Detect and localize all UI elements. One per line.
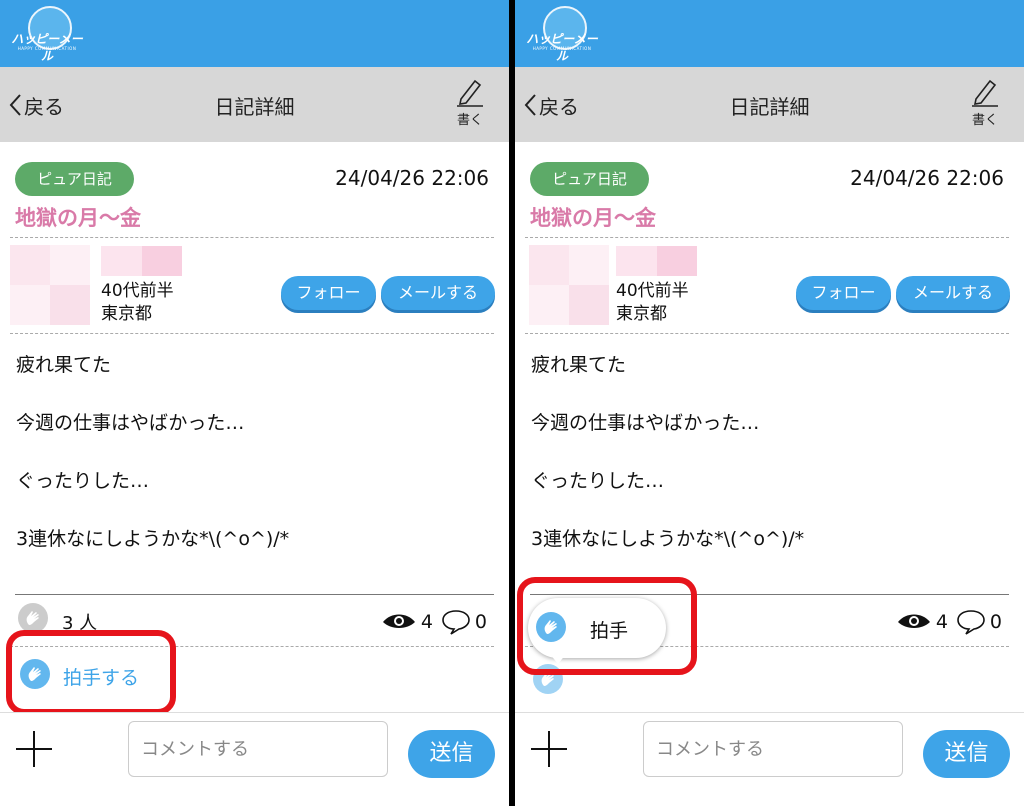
divider: [10, 333, 494, 334]
comment-count: 0: [474, 611, 487, 633]
pencil-icon: [972, 79, 998, 107]
write-label: 書く: [456, 113, 483, 128]
diary-body-line: 3連休なにしようかな*\(^o^)/*: [531, 528, 805, 550]
author-area: 東京都: [101, 304, 152, 324]
diary-body-line: 3連休なにしようかな*\(^o^)/*: [16, 528, 290, 550]
write-button[interactable]: 書く: [453, 77, 487, 133]
highlight-frame: [517, 577, 697, 675]
brand-header: ハッピーメール HAPPY COMMUNICATION: [515, 0, 1024, 67]
logo-subtext: HAPPY COMMUNICATION: [532, 46, 592, 51]
pencil-icon: [457, 79, 483, 107]
highlight-frame: [6, 630, 176, 715]
diary-body-line: 今週の仕事はやばかった…: [531, 412, 760, 434]
eye-icon: [897, 614, 930, 628]
comment-input[interactable]: [643, 721, 903, 777]
author-area: 東京都: [616, 304, 667, 324]
comment-bar: 送信: [515, 712, 1024, 806]
comment-bubble-icon: [442, 610, 470, 635]
screen-after: ハッピーメール HAPPY COMMUNICATION 戻る 日記詳細 書く ピ…: [515, 0, 1024, 806]
follow-button[interactable]: フォロー: [281, 276, 376, 310]
divider: [10, 237, 494, 238]
divider: [15, 594, 494, 595]
clap-hand-icon: [18, 603, 48, 633]
diary-stats: 4 0: [896, 609, 1010, 635]
eye-icon: [382, 614, 415, 628]
send-mail-button[interactable]: メールする: [896, 276, 1010, 310]
write-label: 書く: [971, 113, 998, 128]
send-mail-button[interactable]: メールする: [381, 276, 495, 310]
avatar[interactable]: [10, 245, 90, 325]
view-count: 4: [420, 611, 433, 633]
attach-plus-button[interactable]: [529, 729, 569, 769]
diary-body-line: ぐったりした…: [16, 470, 150, 492]
chevron-left-icon: [524, 94, 536, 116]
chevron-left-icon: [9, 94, 21, 116]
diary-body-line: 疲れ果てた: [531, 354, 627, 376]
follow-button[interactable]: フォロー: [796, 276, 891, 310]
send-button[interactable]: 送信: [923, 730, 1010, 778]
diary-stats: 4 0: [381, 609, 495, 635]
diary-title: 地獄の月～金: [15, 206, 141, 230]
comment-count: 0: [989, 611, 1002, 633]
divider: [525, 333, 1009, 334]
screen-before: ハッピーメール HAPPY COMMUNICATION 戻る 日記詳細 書く ピ…: [0, 0, 509, 806]
comment-input[interactable]: [128, 721, 388, 777]
author-nickname-redacted: [101, 246, 182, 276]
diary-content: ピュア日記 24/04/26 22:06 地獄の月～金 40代前半 東京都 フォ…: [0, 142, 509, 712]
author-nickname-redacted: [616, 246, 697, 276]
back-button[interactable]: 戻る: [523, 91, 579, 119]
write-button[interactable]: 書く: [968, 77, 1002, 133]
view-count: 4: [935, 611, 948, 633]
nav-bar: 戻る 日記詳細 書く: [515, 67, 1024, 142]
app-logo[interactable]: ハッピーメール HAPPY COMMUNICATION: [521, 4, 603, 64]
author-age: 40代前半: [616, 281, 689, 301]
back-label: 戻る: [539, 94, 579, 119]
diary-title: 地獄の月～金: [530, 206, 656, 230]
logo-subtext: HAPPY COMMUNICATION: [17, 46, 77, 51]
comment-bar: 送信: [0, 712, 509, 806]
back-label: 戻る: [24, 94, 64, 119]
avatar[interactable]: [529, 245, 609, 325]
back-button[interactable]: 戻る: [8, 91, 64, 119]
attach-plus-button[interactable]: [14, 729, 54, 769]
post-datetime: 24/04/26 22:06: [850, 166, 1004, 190]
brand-header: ハッピーメール HAPPY COMMUNICATION: [0, 0, 509, 67]
comment-bubble-icon: [957, 610, 985, 635]
send-button[interactable]: 送信: [408, 730, 495, 778]
diary-body-line: ぐったりした…: [531, 470, 665, 492]
app-logo[interactable]: ハッピーメール HAPPY COMMUNICATION: [6, 4, 88, 64]
page-title: 日記詳細: [729, 95, 810, 119]
diary-category-badge: ピュア日記: [15, 162, 134, 196]
post-datetime: 24/04/26 22:06: [335, 166, 489, 190]
diary-body-line: 今週の仕事はやばかった…: [16, 412, 245, 434]
author-age: 40代前半: [101, 281, 174, 301]
diary-body-line: 疲れ果てた: [16, 354, 112, 376]
page-title: 日記詳細: [214, 95, 295, 119]
diary-category-badge: ピュア日記: [530, 162, 649, 196]
nav-bar: 戻る 日記詳細 書く: [0, 67, 509, 142]
divider: [525, 237, 1009, 238]
